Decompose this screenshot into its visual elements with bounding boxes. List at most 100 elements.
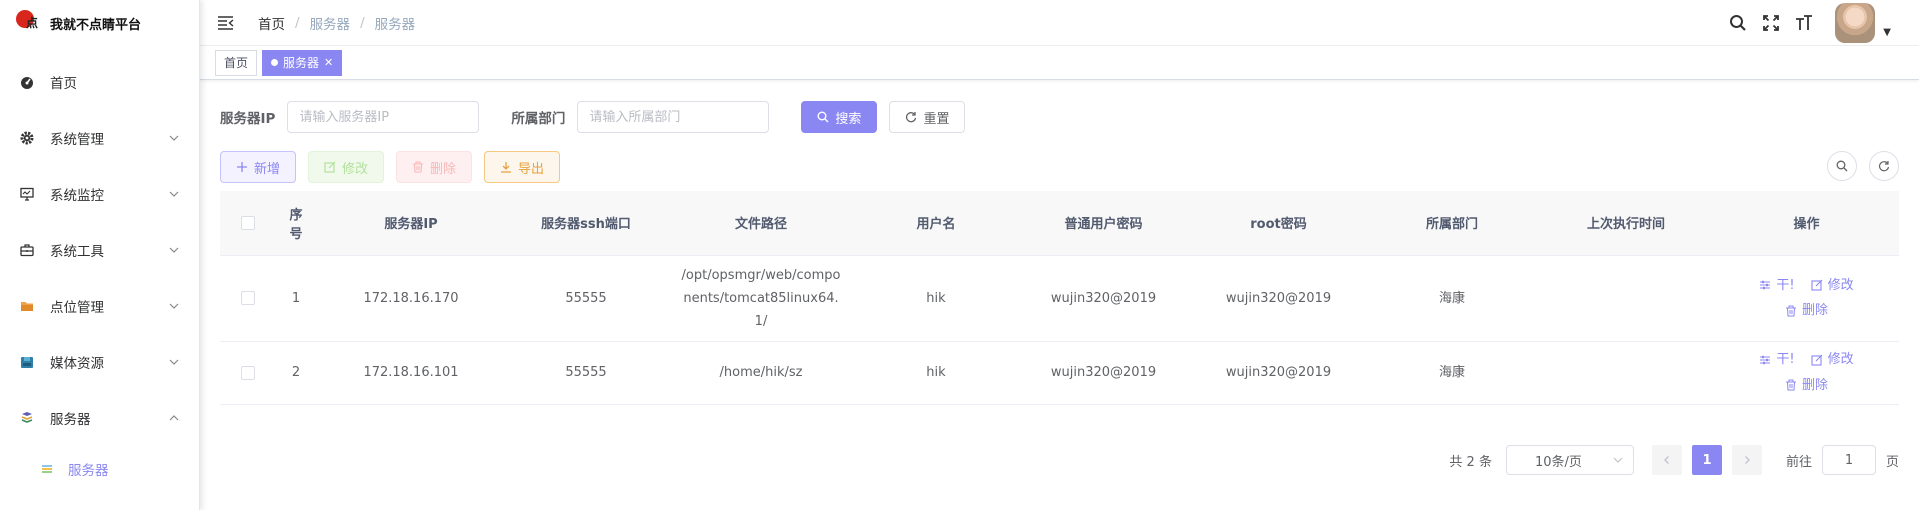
row-checkbox[interactable] <box>241 365 255 380</box>
sidebar-item-label: 首页 <box>50 76 77 92</box>
logo-mark-icon: 点 <box>16 8 40 38</box>
fullscreen-icon[interactable] <box>1760 12 1782 34</box>
file-path-line: /opt/opsmgr/web/compo <box>681 267 841 283</box>
cell-username: hik <box>856 255 1016 342</box>
row-checkbox[interactable] <box>241 291 255 305</box>
breadcrumb: 首页 / 服务器 / 服务器 <box>258 13 415 33</box>
logo[interactable]: 点 我就不点睛平台 <box>0 0 199 46</box>
row-delete-button[interactable]: 删除 <box>1785 299 1828 322</box>
breadcrumb-item-home[interactable]: 首页 <box>258 13 285 33</box>
caret-down-icon[interactable]: ▼ <box>1883 27 1891 38</box>
server-stack-icon <box>40 462 54 476</box>
navbar-right-menu: ▼ <box>1716 3 1891 43</box>
avatar[interactable] <box>1835 3 1876 43</box>
monitor-icon <box>20 187 34 201</box>
goto-page-input[interactable] <box>1821 445 1876 475</box>
toggle-search-button[interactable] <box>1827 151 1857 181</box>
reset-button[interactable]: 重置 <box>889 101 966 133</box>
sliders-icon <box>1759 354 1771 366</box>
col-username: 用户名 <box>856 191 1016 256</box>
server-icon <box>20 411 34 425</box>
sidebar-item-server[interactable]: 服务器 <box>0 390 199 446</box>
font-size-icon[interactable] <box>1793 12 1815 34</box>
add-button-label: 新增 <box>254 160 281 176</box>
search-button[interactable]: 搜索 <box>801 101 878 133</box>
sidebar-menu: 首页 系统管理 系统监控 系统工具 点位管理 媒体资源 服务器 服务器 <box>0 54 199 492</box>
department-input[interactable] <box>577 101 770 133</box>
row-edit-button[interactable]: 修改 <box>1811 348 1854 371</box>
page-size-value: 10条/页 <box>1534 454 1582 470</box>
row-checkbox-cell[interactable] <box>220 341 276 405</box>
sidebar-toggle-icon[interactable] <box>216 13 236 33</box>
sidebar-subitem-server[interactable]: 服务器 <box>0 446 199 492</box>
close-icon[interactable]: ✕ <box>324 56 333 69</box>
cell-root-password: wujin320@2019 <box>1191 341 1366 405</box>
archive-icon <box>20 355 34 369</box>
sidebar: 点 我就不点睛平台 首页 系统管理 系统监控 系统工具 点位管理 媒体资源 服务… <box>0 0 200 510</box>
sidebar-item-system-tools[interactable]: 系统工具 <box>0 222 199 278</box>
add-button[interactable]: 新增 <box>220 151 297 183</box>
download-icon <box>500 161 512 173</box>
run-button[interactable]: 干! <box>1759 348 1795 371</box>
row-edit-button[interactable]: 修改 <box>1811 274 1854 297</box>
row-edit-label: 修改 <box>1827 277 1854 293</box>
page-size-select[interactable]: 10条/页 <box>1505 445 1634 475</box>
sidebar-item-system-monitor[interactable]: 系统监控 <box>0 166 199 222</box>
sidebar-item-label: 媒体资源 <box>50 356 104 372</box>
cell-department: 海康 <box>1366 341 1538 405</box>
edit-button[interactable]: 修改 <box>308 151 385 183</box>
edit-icon <box>1811 279 1823 291</box>
col-server-ip: 服务器IP <box>316 191 506 256</box>
edit-button-label: 修改 <box>342 160 369 176</box>
sidebar-subitem-label: 服务器 <box>68 463 109 479</box>
sidebar-item-home[interactable]: 首页 <box>0 54 199 110</box>
export-button[interactable]: 导出 <box>484 151 561 183</box>
trash-icon <box>1785 379 1797 391</box>
gear-icon <box>20 131 34 145</box>
delete-button-label: 删除 <box>430 160 457 176</box>
dashboard-icon <box>20 75 34 89</box>
search-icon <box>817 111 829 123</box>
tag-server[interactable]: 服务器 ✕ <box>262 49 343 76</box>
run-button-label: 干! <box>1776 277 1795 293</box>
sidebar-item-system-management[interactable]: 系统管理 <box>0 110 199 166</box>
edit-icon <box>1811 354 1823 366</box>
sidebar-item-label: 系统管理 <box>50 132 104 148</box>
chevron-up-icon <box>169 415 179 421</box>
cell-user-password: wujin320@2019 <box>1016 341 1191 405</box>
sidebar-item-point-management[interactable]: 点位管理 <box>0 278 199 334</box>
delete-button[interactable]: 删除 <box>396 151 473 183</box>
tag-home[interactable]: 首页 <box>215 49 258 76</box>
run-button[interactable]: 干! <box>1759 274 1795 297</box>
search-icon[interactable] <box>1727 12 1749 34</box>
page-number-current[interactable]: 1 <box>1691 445 1722 475</box>
goto-prefix: 前往 <box>1785 454 1812 470</box>
col-ssh-port: 服务器ssh端口 <box>506 191 666 256</box>
search-button-label: 搜索 <box>835 110 862 126</box>
sidebar-item-media-resources[interactable]: 媒体资源 <box>0 334 199 390</box>
cell-last-run-time <box>1538 255 1714 342</box>
cell-index: 1 <box>276 255 316 342</box>
goto-suffix: 页 <box>1885 454 1899 470</box>
select-all-checkbox[interactable] <box>241 215 255 230</box>
refresh-table-button[interactable] <box>1869 151 1899 181</box>
server-ip-label: 服务器IP <box>220 111 276 127</box>
edit-icon <box>324 161 336 173</box>
server-ip-input[interactable] <box>287 101 480 133</box>
row-actions: 干! 修改 删除 <box>1720 274 1893 323</box>
breadcrumb-item-server-group: 服务器 <box>309 16 351 33</box>
active-dot-icon <box>271 59 279 66</box>
page-jump: 前往 页 <box>1786 445 1899 475</box>
trash-icon <box>1785 305 1797 317</box>
col-last-run-time: 上次执行时间 <box>1538 191 1714 256</box>
chevron-down-icon <box>169 247 179 253</box>
table-tools-right <box>1827 151 1899 181</box>
file-path-line: 1/ <box>754 313 768 329</box>
select-all-header[interactable] <box>220 191 276 256</box>
prev-page-button[interactable] <box>1651 445 1682 475</box>
row-delete-button[interactable]: 删除 <box>1785 374 1828 397</box>
toolbox-icon <box>20 243 34 257</box>
refresh-icon <box>1878 161 1890 172</box>
next-page-button[interactable] <box>1731 445 1762 475</box>
row-checkbox-cell[interactable] <box>220 255 276 342</box>
